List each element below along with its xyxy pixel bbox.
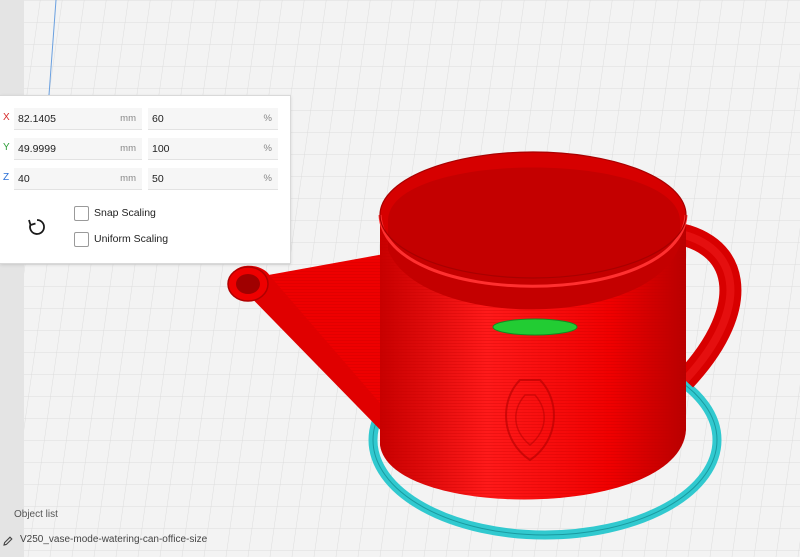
object-list-item[interactable]: V250_vase-mode-watering-can-office-size (0, 533, 260, 549)
scale-tool-panel: X 82.1405 mm 60 % Y 49.9999 mm 100 % Z 4… (0, 95, 291, 264)
scale-row-z: Z 40 mm 50 % (0, 168, 290, 190)
y-size-mm-input[interactable]: 49.9999 mm (14, 138, 142, 160)
axis-label-y: Y (3, 142, 10, 153)
axis-label-z: Z (3, 172, 10, 183)
snap-scaling-label: Snap Scaling (94, 207, 156, 219)
uniform-scaling-checkbox[interactable] (74, 232, 89, 247)
y-size-mm-unit: mm (120, 143, 136, 154)
y-size-mm-value: 49.9999 (18, 143, 56, 155)
z-scale-percent-input[interactable]: 50 % (148, 168, 278, 190)
axis-label-x: X (3, 112, 10, 123)
x-size-mm-value: 82.1405 (18, 113, 56, 125)
scale-row-x: X 82.1405 mm 60 % (0, 108, 290, 130)
z-size-mm-unit: mm (120, 173, 136, 184)
x-scale-percent-value: 60 (152, 113, 164, 125)
x-scale-percent-input[interactable]: 60 % (148, 108, 278, 130)
x-size-mm-unit: mm (120, 113, 136, 124)
x-scale-percent-unit: % (263, 113, 272, 124)
object-list-header[interactable]: Object list (14, 509, 58, 520)
z-scale-percent-unit: % (263, 173, 272, 184)
y-scale-percent-value: 100 (152, 143, 170, 155)
reset-rotate-icon[interactable] (26, 216, 48, 238)
y-scale-percent-input[interactable]: 100 % (148, 138, 278, 160)
uniform-scaling-label: Uniform Scaling (94, 233, 169, 245)
z-size-mm-value: 40 (18, 173, 30, 185)
z-size-mm-input[interactable]: 40 mm (14, 168, 142, 190)
scale-row-y: Y 49.9999 mm 100 % (0, 138, 290, 160)
snap-scaling-checkbox[interactable] (74, 206, 89, 221)
pencil-icon[interactable] (2, 535, 14, 547)
x-size-mm-input[interactable]: 82.1405 mm (14, 108, 142, 130)
y-scale-percent-unit: % (263, 143, 272, 154)
build-plate-viewport[interactable] (0, 0, 800, 557)
object-name: V250_vase-mode-watering-can-office-size (20, 534, 208, 545)
z-scale-percent-value: 50 (152, 173, 164, 185)
